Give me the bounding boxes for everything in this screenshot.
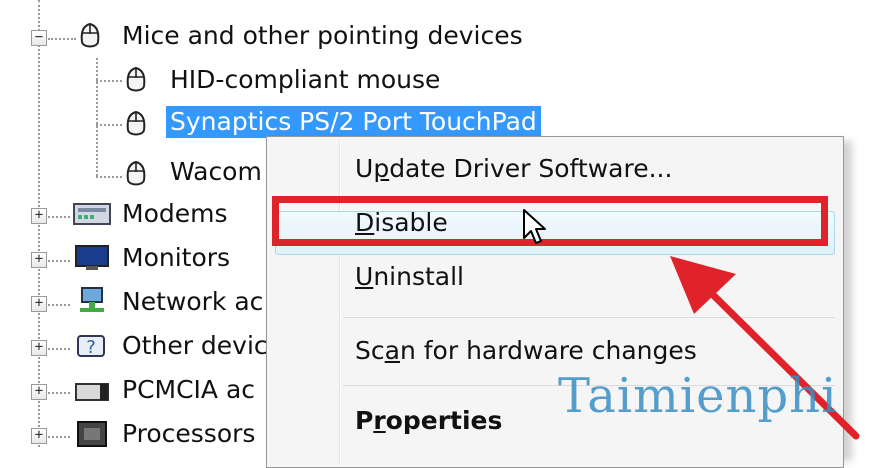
tree-item-touchpad[interactable]: Synaptics PS/2 Port TouchPad xyxy=(166,106,541,138)
mouse-icon xyxy=(126,160,146,186)
tree-item-processors[interactable]: Processors xyxy=(122,418,255,450)
tree-connector xyxy=(96,176,122,178)
menu-text: date Driver Software... xyxy=(389,154,673,183)
tree-connector xyxy=(96,58,98,176)
menu-text: Sc xyxy=(355,336,385,365)
menu-text: U xyxy=(355,154,374,183)
expand-monitors-button[interactable]: + xyxy=(31,252,47,268)
monitor-icon xyxy=(75,245,109,270)
menu-text: operties xyxy=(385,406,503,435)
tree-connector xyxy=(48,216,70,218)
menu-gutter xyxy=(339,141,341,463)
tree-item-modems[interactable]: Modems xyxy=(122,198,228,230)
annotation-highlight-box xyxy=(272,196,828,246)
tree-item-wacom[interactable]: Wacom xyxy=(170,156,262,188)
tree-connector xyxy=(48,38,76,40)
tree-item-network[interactable]: Network ac xyxy=(122,286,263,318)
tree-connector xyxy=(96,80,122,82)
mouse-icon xyxy=(126,110,146,136)
other-devices-icon: ? xyxy=(77,335,105,358)
network-adapter-icon xyxy=(80,287,104,312)
menu-item-properties[interactable]: Properties xyxy=(355,405,502,437)
tree-connector xyxy=(48,348,70,350)
tree-connector xyxy=(48,260,70,262)
tree-item-pcmcia[interactable]: PCMCIA ac xyxy=(122,374,255,406)
mouse-cursor-icon xyxy=(523,209,546,244)
processor-icon xyxy=(77,421,107,447)
tree-connector xyxy=(48,304,70,306)
tree-connector xyxy=(48,436,70,438)
svg-text:?: ? xyxy=(86,337,96,358)
pcmcia-icon xyxy=(75,383,109,401)
collapse-mice-button[interactable]: − xyxy=(31,30,47,46)
watermark-text: Taimienphi xyxy=(558,368,838,424)
menu-mnemonic: a xyxy=(384,336,400,365)
tree-item-mice[interactable]: Mice and other pointing devices xyxy=(122,20,523,52)
menu-text: P xyxy=(355,406,374,435)
tree-item-hid-mouse[interactable]: HID-compliant mouse xyxy=(170,64,440,96)
menu-item-update-driver[interactable]: Update Driver Software... xyxy=(355,153,672,185)
menu-mnemonic: p xyxy=(373,154,390,183)
tree-connector xyxy=(96,124,122,126)
expand-other-button[interactable]: + xyxy=(31,340,47,356)
modem-icon xyxy=(73,203,111,225)
expand-pcmcia-button[interactable]: + xyxy=(31,384,47,400)
menu-item-uninstall[interactable]: Uninstall xyxy=(355,261,464,293)
tree-connector xyxy=(48,392,70,394)
mouse-icon xyxy=(80,22,100,48)
expand-modems-button[interactable]: + xyxy=(31,208,47,224)
mouse-icon xyxy=(126,66,146,92)
menu-mnemonic: r xyxy=(373,406,386,435)
menu-text: ninstall xyxy=(373,262,464,291)
expand-processors-button[interactable]: + xyxy=(31,428,47,444)
menu-text: n for hardware changes xyxy=(399,336,697,365)
tree-item-other[interactable]: Other devic xyxy=(122,330,268,362)
menu-mnemonic: U xyxy=(355,262,374,291)
expand-network-button[interactable]: + xyxy=(31,296,47,312)
menu-item-scan-hardware[interactable]: Scan for hardware changes xyxy=(355,335,697,367)
tree-item-monitors[interactable]: Monitors xyxy=(122,242,230,274)
